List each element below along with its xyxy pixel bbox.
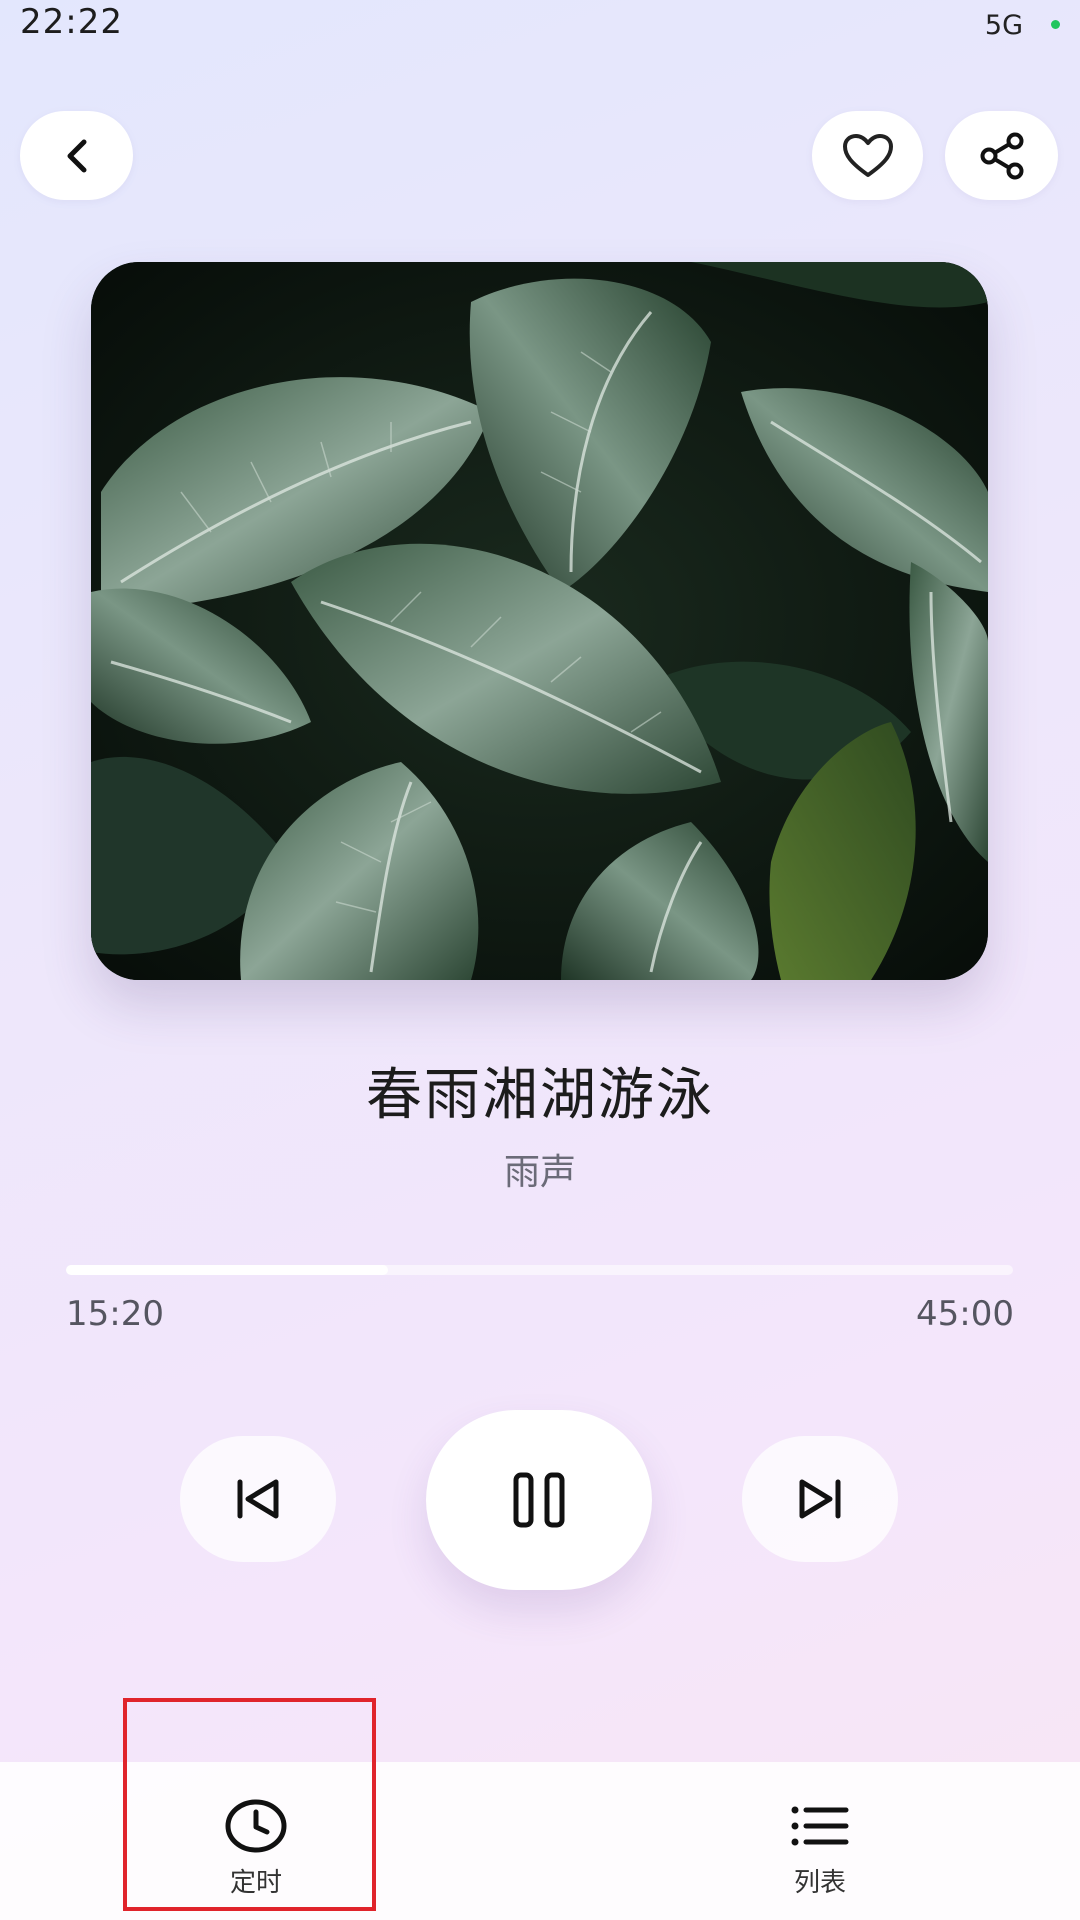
total-time: 45:00 bbox=[916, 1294, 1014, 1334]
status-bar: 22:22 5G bbox=[0, 0, 1080, 50]
status-time: 22:22 bbox=[20, 2, 123, 42]
heart-icon bbox=[842, 133, 893, 177]
next-button[interactable] bbox=[742, 1436, 898, 1562]
timer-tab[interactable]: 定时 bbox=[156, 1762, 356, 1920]
status-dot bbox=[1051, 20, 1060, 29]
leaves-artwork bbox=[91, 262, 988, 980]
skip-previous-icon bbox=[237, 1479, 279, 1519]
timer-label: 定时 bbox=[229, 1868, 282, 1898]
chevron-left-icon bbox=[67, 139, 86, 172]
skip-next-icon bbox=[799, 1479, 841, 1519]
progress-fill bbox=[66, 1265, 388, 1275]
track-artist: 雨声 bbox=[503, 1152, 576, 1193]
list-label: 列表 bbox=[793, 1868, 846, 1898]
share-button[interactable] bbox=[945, 111, 1058, 200]
pause-icon bbox=[513, 1472, 565, 1528]
clock-icon bbox=[225, 1799, 287, 1853]
current-time: 15:20 bbox=[66, 1294, 164, 1334]
back-button[interactable] bbox=[20, 111, 133, 200]
pause-button[interactable] bbox=[426, 1410, 652, 1590]
network-indicator: 5G bbox=[984, 10, 1023, 41]
favorite-button[interactable] bbox=[812, 111, 923, 200]
bottom-bar: 定时 列表 bbox=[0, 1762, 1080, 1920]
album-cover bbox=[91, 262, 988, 980]
track-title: 春雨湘湖游泳 bbox=[366, 1063, 714, 1128]
progress-bar[interactable] bbox=[66, 1265, 1013, 1275]
previous-button[interactable] bbox=[180, 1436, 336, 1562]
share-icon bbox=[980, 132, 1023, 179]
list-icon bbox=[791, 1806, 849, 1846]
list-tab[interactable]: 列表 bbox=[720, 1762, 920, 1920]
